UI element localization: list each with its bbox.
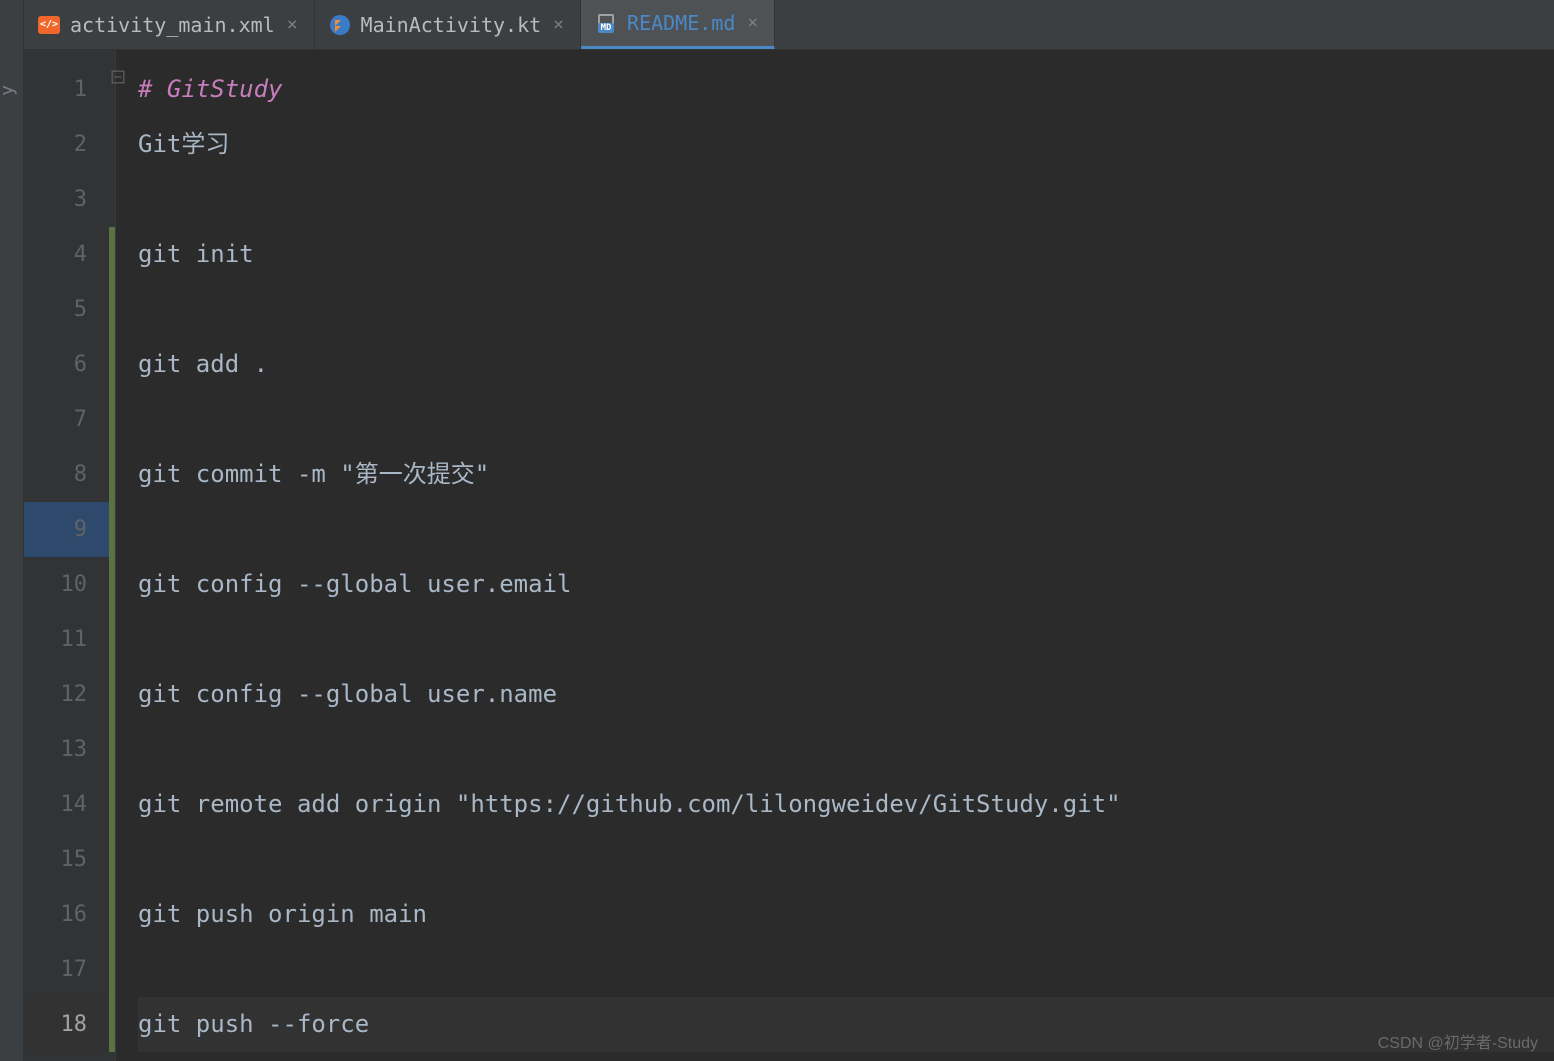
close-icon[interactable]: × <box>285 16 300 34</box>
xml-file-icon: </> <box>38 14 60 36</box>
vcs-change-marker[interactable] <box>109 62 115 1061</box>
close-icon[interactable]: × <box>551 16 566 34</box>
tab-readme-md[interactable]: MD README.md × <box>581 0 775 49</box>
tab-label: MainActivity.kt <box>361 13 542 37</box>
code-line[interactable] <box>138 832 1554 887</box>
line-number[interactable]: 9 <box>24 502 115 557</box>
line-number[interactable]: 11 <box>24 612 115 667</box>
code-line[interactable]: git push --force <box>138 997 1554 1052</box>
line-number[interactable]: 15 <box>24 832 115 887</box>
code-line[interactable] <box>138 392 1554 447</box>
line-number[interactable]: 3 <box>24 172 115 227</box>
tab-label: README.md <box>627 11 735 35</box>
code-line[interactable]: git init <box>138 227 1554 282</box>
line-number[interactable]: 7 <box>24 392 115 447</box>
line-number[interactable]: 1 <box>24 62 115 117</box>
line-number[interactable]: 10 <box>24 557 115 612</box>
code-line[interactable] <box>138 502 1554 557</box>
line-number[interactable]: 4 <box>24 227 115 282</box>
fold-icon[interactable] <box>107 70 125 88</box>
code-line[interactable]: # GitStudy <box>138 62 1554 117</box>
line-number[interactable]: 18 <box>24 997 115 1052</box>
code-editor[interactable]: # GitStudyGit学习 git init git add . git comm… <box>116 50 1554 1061</box>
line-number[interactable]: 16 <box>24 887 115 942</box>
code-line[interactable] <box>138 172 1554 227</box>
code-line[interactable] <box>138 722 1554 777</box>
sidebar-label: y <box>0 85 18 96</box>
tab-label: activity_main.xml <box>70 13 275 37</box>
code-line[interactable]: git push origin main <box>138 887 1554 942</box>
line-number[interactable]: 6 <box>24 337 115 392</box>
editor-area: 123456789101112131415161718 # GitStudyGi… <box>24 50 1554 1061</box>
line-number[interactable]: 8 <box>24 447 115 502</box>
code-line[interactable] <box>138 612 1554 667</box>
editor-tab-bar: </> activity_main.xml × MainActivity.kt … <box>24 0 1554 50</box>
tab-activity-main-xml[interactable]: </> activity_main.xml × <box>24 0 315 49</box>
line-number[interactable]: 12 <box>24 667 115 722</box>
line-number[interactable]: 17 <box>24 942 115 997</box>
code-line[interactable]: git remote add origin "https://github.co… <box>138 777 1554 832</box>
code-line[interactable] <box>138 942 1554 997</box>
line-number-gutter[interactable]: 123456789101112131415161718 <box>24 50 116 1061</box>
line-number[interactable]: 2 <box>24 117 115 172</box>
code-line[interactable]: Git学习 <box>138 117 1554 172</box>
line-number[interactable]: 5 <box>24 282 115 337</box>
code-line[interactable] <box>138 282 1554 337</box>
code-line[interactable]: git config --global user.email <box>138 557 1554 612</box>
line-number[interactable]: 14 <box>24 777 115 832</box>
tab-main-activity-kt[interactable]: MainActivity.kt × <box>315 0 581 49</box>
markdown-file-icon: MD <box>595 12 617 34</box>
watermark-text: CSDN @初学者-Study <box>1378 1029 1538 1053</box>
close-icon[interactable]: × <box>745 14 760 32</box>
kotlin-file-icon <box>329 14 351 36</box>
code-line[interactable]: git add . <box>138 337 1554 392</box>
code-line[interactable]: git commit -m "第一次提交" <box>138 447 1554 502</box>
line-number[interactable]: 13 <box>24 722 115 777</box>
left-tool-sidebar[interactable]: y <box>0 0 24 1061</box>
code-line[interactable]: git config --global user.name <box>138 667 1554 722</box>
